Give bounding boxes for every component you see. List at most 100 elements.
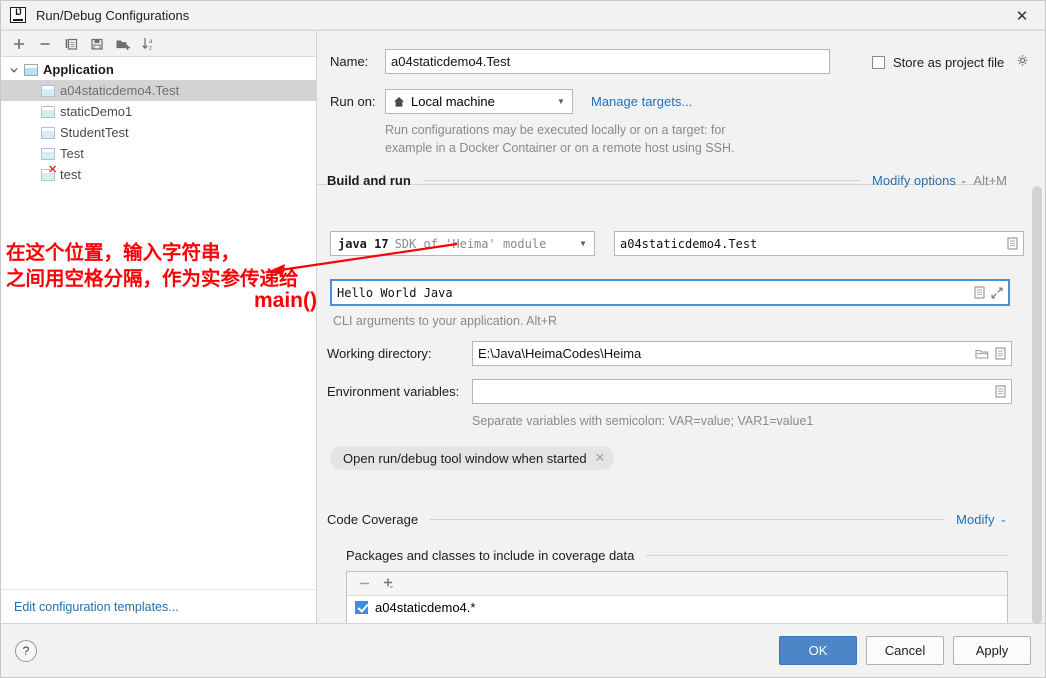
jdk-name: java 17 — [338, 236, 389, 251]
chevron-down-icon[interactable]: ▼ — [576, 239, 590, 248]
gear-icon[interactable] — [1016, 54, 1030, 71]
configurations-tree[interactable]: Application a04staticdemo4.Test staticDe… — [1, 57, 316, 589]
name-input[interactable]: a04staticdemo4.Test — [385, 49, 830, 74]
dialog-action-buttons: OK Cancel Apply — [779, 636, 1031, 665]
coverage-toolbar — [347, 572, 1007, 596]
dialog-title: Run/Debug Configurations — [36, 7, 190, 23]
help-button[interactable]: ? — [15, 639, 37, 662]
coverage-subsection-header: Packages and classes to include in cover… — [346, 548, 1008, 563]
save-configuration-button[interactable] — [85, 33, 109, 55]
edit-configuration-templates-link[interactable]: Edit configuration templates... — [14, 600, 179, 614]
folder-browse-icon[interactable] — [973, 343, 991, 364]
application-icon — [24, 63, 38, 76]
name-label: Name: — [330, 54, 369, 69]
configurations-toolbar: a z — [1, 31, 316, 57]
tree-group-application[interactable]: Application — [1, 59, 316, 80]
coverage-entry-row[interactable]: a04staticdemo4.* — [347, 596, 1007, 618]
cli-arguments-hint: CLI arguments to your application. Alt+R — [333, 314, 558, 328]
configuration-icon — [41, 105, 55, 118]
working-directory-value: E:\Java\HeimaCodes\Heima — [478, 346, 642, 361]
coverage-remove-button[interactable] — [355, 574, 373, 594]
working-directory-input[interactable]: E:\Java\HeimaCodes\Heima — [472, 341, 1012, 366]
manage-targets-link[interactable]: Manage targets... — [591, 94, 692, 109]
run-on-row: Run on: Local machine ▼ Manage targets..… — [330, 89, 692, 114]
modify-options-link[interactable]: Modify options — [872, 173, 956, 188]
intellij-logo-icon — [10, 7, 26, 23]
close-icon[interactable]: ✕ — [999, 1, 1045, 30]
chip-remove-icon[interactable]: ✕ — [595, 450, 606, 466]
tree-item-test-lower[interactable]: ✕ test — [1, 164, 316, 185]
main-class-value: a04staticdemo4.Test — [620, 236, 758, 251]
cli-arguments-input[interactable]: Hello World Java — [330, 279, 1010, 306]
move-into-folder-button[interactable] — [111, 33, 135, 55]
configurations-left-pane: a z Application a04staticdemo4.Test stat… — [1, 31, 317, 623]
build-and-run-header: Build and run Modify options ⌄ Alt+M — [327, 173, 1007, 188]
run-on-select[interactable]: Local machine ▼ — [385, 89, 573, 114]
configuration-icon — [41, 126, 55, 139]
dialog-button-bar: ? OK Cancel Apply — [1, 623, 1045, 677]
remove-configuration-button[interactable] — [33, 33, 57, 55]
tree-item-test-upper[interactable]: Test — [1, 143, 316, 164]
working-directory-row: Working directory: E:\Java\HeimaCodes\He… — [327, 341, 1012, 366]
error-x-icon: ✕ — [48, 163, 58, 176]
coverage-list-box: a04staticdemo4.* — [346, 571, 1008, 623]
jdk-and-class-row: java 17 SDK of 'Heima' module ▼ a04stati… — [330, 231, 1024, 256]
environment-variables-list-icon[interactable] — [991, 381, 1009, 402]
environment-variables-input[interactable] — [472, 379, 1012, 404]
run-on-value: Local machine — [411, 94, 495, 109]
store-as-project-file-label: Store as project file — [893, 55, 1005, 70]
add-configuration-button[interactable] — [7, 33, 31, 55]
tree-item-label: Test — [60, 146, 84, 161]
apply-button[interactable]: Apply — [953, 636, 1031, 665]
coverage-entry-label: a04staticdemo4.* — [375, 599, 476, 615]
form-vertical-scrollbar[interactable] — [1032, 186, 1042, 623]
environment-variables-row: Environment variables: — [327, 379, 1012, 404]
tree-group-label: Application — [43, 62, 114, 77]
jdk-select[interactable]: java 17 SDK of 'Heima' module ▼ — [330, 231, 595, 256]
main-class-input[interactable]: a04staticdemo4.Test — [614, 231, 1024, 256]
run-on-hint-line1: Run configurations may be executed local… — [385, 123, 726, 137]
name-input-value: a04staticdemo4.Test — [391, 54, 511, 69]
cancel-button[interactable]: Cancel — [866, 636, 944, 665]
cli-arguments-expand-icon[interactable] — [988, 282, 1006, 303]
tree-item-studenttest[interactable]: StudentTest — [1, 122, 316, 143]
tree-item-staticdemo1[interactable]: staticDemo1 — [1, 101, 316, 122]
sort-configurations-button[interactable]: a z — [137, 33, 161, 55]
tree-item-label: StudentTest — [60, 125, 129, 140]
tree-item-label: a04staticdemo4.Test — [60, 83, 180, 98]
open-tool-window-chip[interactable]: Open run/debug tool window when started … — [330, 446, 615, 470]
run-debug-configurations-dialog: Run/Debug Configurations ✕ — [0, 0, 1046, 678]
modify-options-shortcut: Alt+M — [973, 173, 1007, 188]
code-coverage-modify-link[interactable]: Modify — [956, 512, 994, 527]
build-and-run-title: Build and run — [327, 173, 411, 188]
store-as-project-file-row[interactable]: Store as project file — [872, 54, 1030, 71]
copy-configuration-button[interactable] — [59, 33, 83, 55]
cli-arguments-list-icon[interactable] — [970, 282, 988, 303]
ok-button[interactable]: OK — [779, 636, 857, 665]
chevron-down-icon[interactable] — [7, 63, 21, 77]
tree-item-a04staticdemo4-test[interactable]: a04staticdemo4.Test — [1, 80, 316, 101]
tree-item-label: staticDemo1 — [60, 104, 133, 119]
open-tool-window-chip-label: Open run/debug tool window when started — [343, 450, 587, 466]
coverage-add-button[interactable] — [379, 574, 399, 594]
store-as-project-file-checkbox[interactable] — [872, 56, 885, 69]
run-on-label: Run on: — [330, 94, 376, 109]
coverage-subsection-title: Packages and classes to include in cover… — [346, 548, 635, 563]
configuration-form: Name: a04staticdemo4.Test Store as proje… — [317, 31, 1045, 623]
working-directory-list-icon[interactable] — [991, 343, 1009, 364]
working-directory-label: Working directory: — [327, 346, 432, 361]
code-coverage-header: Code Coverage Modify ⌄ — [327, 512, 1007, 527]
configuration-error-icon: ✕ — [41, 164, 57, 181]
environment-variables-label: Environment variables: — [327, 384, 460, 399]
code-coverage-title: Code Coverage — [327, 512, 419, 527]
chevron-down-icon[interactable]: ▼ — [554, 97, 568, 106]
main-class-browse-icon[interactable] — [1003, 233, 1021, 254]
chevron-down-icon[interactable]: ⌄ — [960, 175, 968, 186]
chevron-down-icon[interactable]: ⌄ — [999, 514, 1007, 525]
dialog-body: a z Application a04staticdemo4.Test stat… — [1, 30, 1045, 623]
svg-text:a: a — [149, 39, 153, 45]
coverage-entry-checkbox[interactable] — [355, 600, 368, 614]
run-on-hint-line2: example in a Docker Container or on a re… — [385, 141, 735, 155]
configuration-form-pane: Name: a04staticdemo4.Test Store as proje… — [317, 31, 1045, 623]
svg-text:z: z — [149, 46, 152, 52]
